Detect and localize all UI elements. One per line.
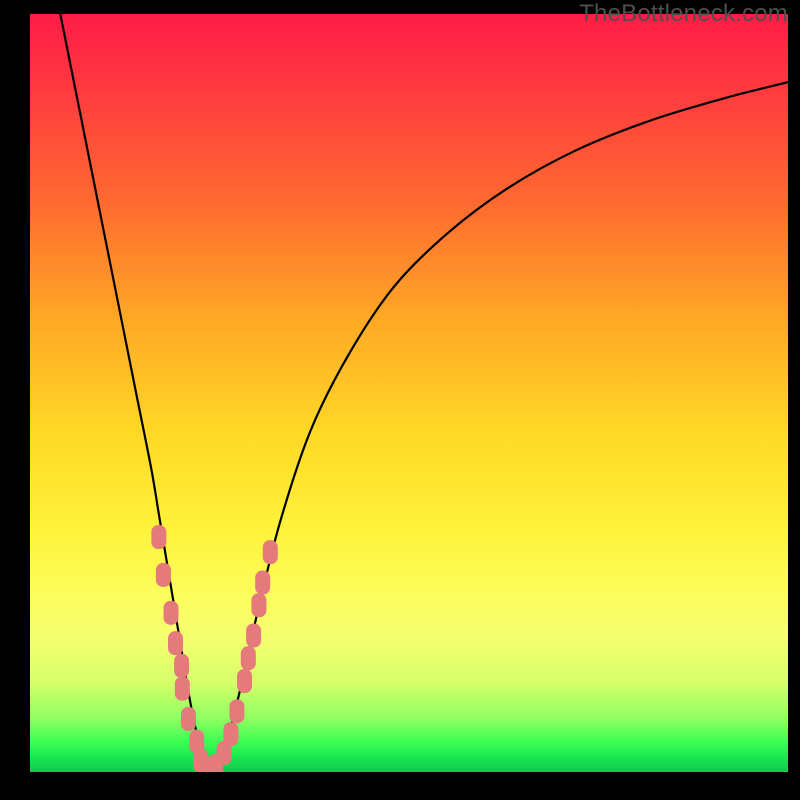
data-point-marker [223,722,238,746]
data-point-markers [30,14,788,772]
data-point-marker [174,654,189,678]
data-point-marker [175,677,190,701]
data-point-marker [181,707,196,731]
data-point-marker [229,699,244,723]
watermark-text: TheBottleneck.com [579,0,788,28]
data-point-marker [246,624,261,648]
data-point-marker [151,525,166,549]
data-point-marker [168,631,183,655]
data-point-marker [251,593,266,617]
data-point-marker [163,601,178,625]
data-point-marker [237,669,252,693]
data-point-marker [241,646,256,670]
chart-plot-area [30,14,788,772]
data-point-marker [263,540,278,564]
data-point-marker [156,563,171,587]
data-point-marker [255,571,270,595]
